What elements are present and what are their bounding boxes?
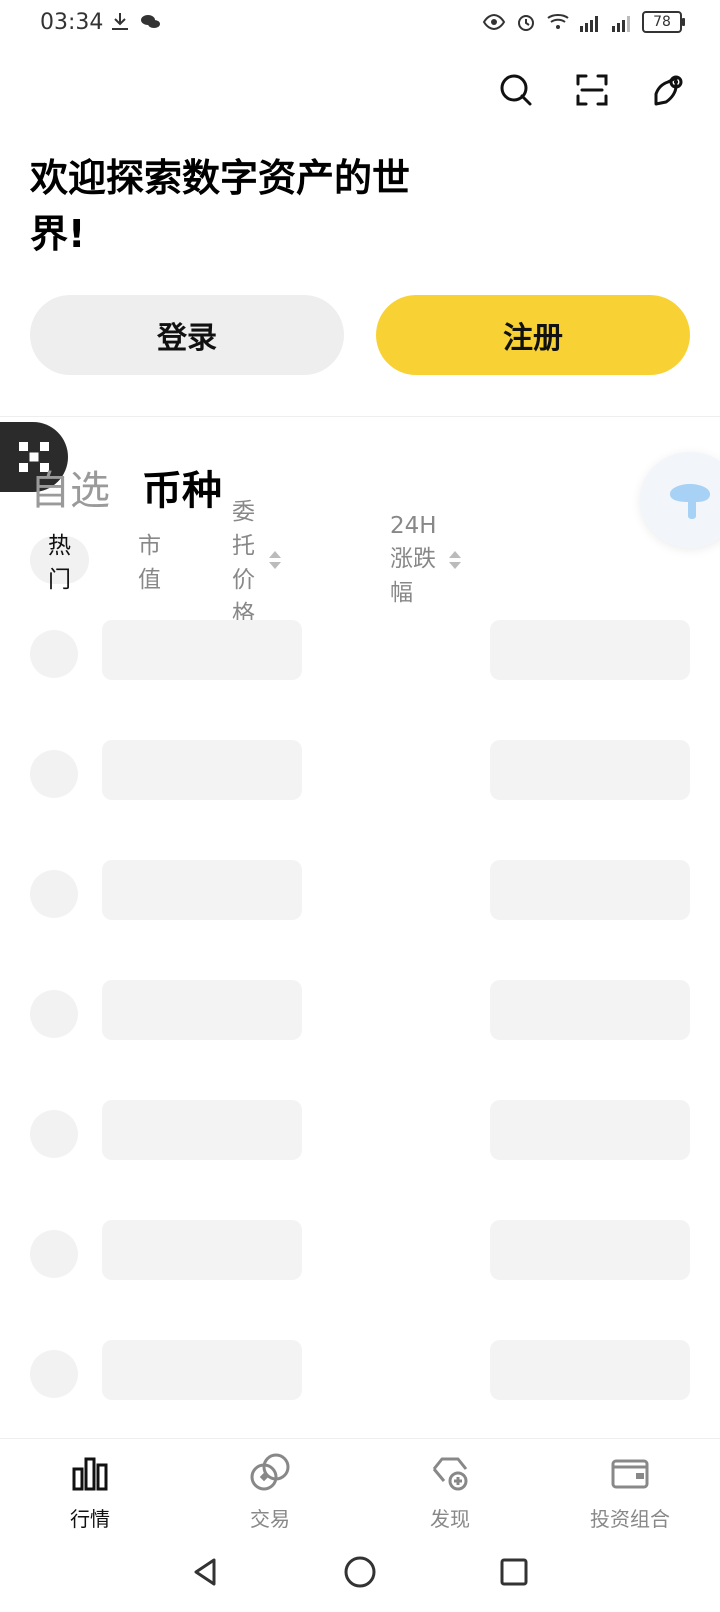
divider — [0, 416, 720, 417]
filter-hot-label: 热门 — [48, 533, 71, 593]
nav-market-label: 行情 — [70, 1507, 110, 1531]
filter-order-price-label: 委托价格 — [232, 499, 255, 627]
nav-trade[interactable]: 交易 — [210, 1451, 330, 1532]
list-item — [30, 1220, 690, 1290]
tab-watchlist[interactable]: 自选 — [30, 458, 110, 516]
wifi-icon — [547, 14, 569, 29]
skeleton-bar — [490, 1220, 690, 1280]
nav-portfolio[interactable]: 投资组合 — [570, 1451, 690, 1532]
sort-icon — [449, 549, 462, 571]
battery: 78 — [642, 11, 685, 33]
skeleton-avatar — [30, 1110, 78, 1158]
list-item — [30, 620, 690, 690]
chart-bars-icon — [72, 1457, 108, 1491]
discover-icon — [432, 1457, 468, 1491]
recent-apps-icon[interactable] — [494, 1552, 534, 1592]
nav-portfolio-label: 投资组合 — [590, 1507, 670, 1531]
skeleton-bar — [102, 860, 302, 920]
status-bar: 03:34 78 — [0, 0, 720, 48]
list-item — [30, 1100, 690, 1170]
scan-icon[interactable] — [572, 70, 612, 110]
list-item — [30, 860, 690, 930]
wechat-icon — [141, 15, 160, 28]
nav-trade-label: 交易 — [250, 1507, 290, 1531]
nav-discover-label: 发现 — [430, 1507, 470, 1531]
welcome-title: 欢迎探索数字资产的世界! — [30, 156, 411, 256]
skeleton-bar — [490, 860, 690, 920]
skeleton-bar — [490, 1100, 690, 1160]
login-button[interactable]: 登录 — [30, 295, 344, 375]
skeleton-bar — [102, 980, 302, 1040]
skeleton-avatar — [30, 990, 78, 1038]
nav-discover[interactable]: 发现 — [390, 1451, 510, 1532]
search-icon[interactable] — [496, 70, 536, 110]
eye-icon — [482, 13, 506, 31]
skeleton-bar — [102, 620, 302, 680]
system-nav — [0, 1542, 720, 1612]
floating-assistant[interactable] — [640, 452, 720, 548]
top-actions — [496, 70, 688, 110]
sort-icon — [268, 549, 282, 571]
skeleton-bar — [102, 1220, 302, 1280]
bottom-nav: 行情 交易 发现 投资组合 — [0, 1438, 720, 1549]
skeleton-avatar — [30, 1230, 78, 1278]
signal-icon — [580, 16, 598, 32]
status-left-icons — [108, 10, 162, 34]
download-icon — [112, 13, 128, 30]
skeleton-avatar — [30, 630, 78, 678]
status-time: 03:34 — [40, 10, 104, 35]
skeleton-bar — [490, 1340, 690, 1400]
skeleton-bar — [490, 980, 690, 1040]
back-icon[interactable] — [186, 1552, 226, 1592]
nav-market[interactable]: 行情 — [30, 1451, 150, 1532]
wallet-icon — [611, 1459, 649, 1489]
tab-coins[interactable]: 币种 — [142, 458, 222, 516]
home-icon[interactable] — [340, 1552, 380, 1592]
filter-24h-change-label: 24H 涨跌幅 — [390, 513, 437, 606]
list-item — [30, 980, 690, 1050]
battery-level: 78 — [653, 14, 671, 30]
status-right-icons: 78 — [482, 10, 685, 34]
filter-market-cap-label: 市值 — [138, 533, 161, 593]
skeleton-bar — [490, 620, 690, 680]
filter-market-cap[interactable]: 市值 — [120, 533, 179, 593]
skeleton-bar — [102, 1100, 302, 1160]
support-icon[interactable] — [648, 70, 688, 110]
list-item — [30, 740, 690, 810]
skeleton-bar — [490, 740, 690, 800]
skeleton-bar — [102, 740, 302, 800]
trade-icon — [250, 1453, 290, 1491]
assistant-icon — [670, 484, 710, 519]
register-button[interactable]: 注册 — [376, 295, 690, 375]
filter-hot[interactable]: 热门 — [30, 533, 89, 593]
skeleton-bar — [102, 1340, 302, 1400]
filter-24h-change[interactable]: 24H 涨跌幅 — [372, 513, 473, 606]
signal-icon — [612, 16, 630, 32]
filter-order-price[interactable]: 委托价格 — [214, 499, 291, 627]
alarm-icon — [518, 15, 534, 31]
list-item — [30, 1340, 690, 1410]
skeleton-avatar — [30, 1350, 78, 1398]
skeleton-avatar — [30, 870, 78, 918]
skeleton-avatar — [30, 750, 78, 798]
